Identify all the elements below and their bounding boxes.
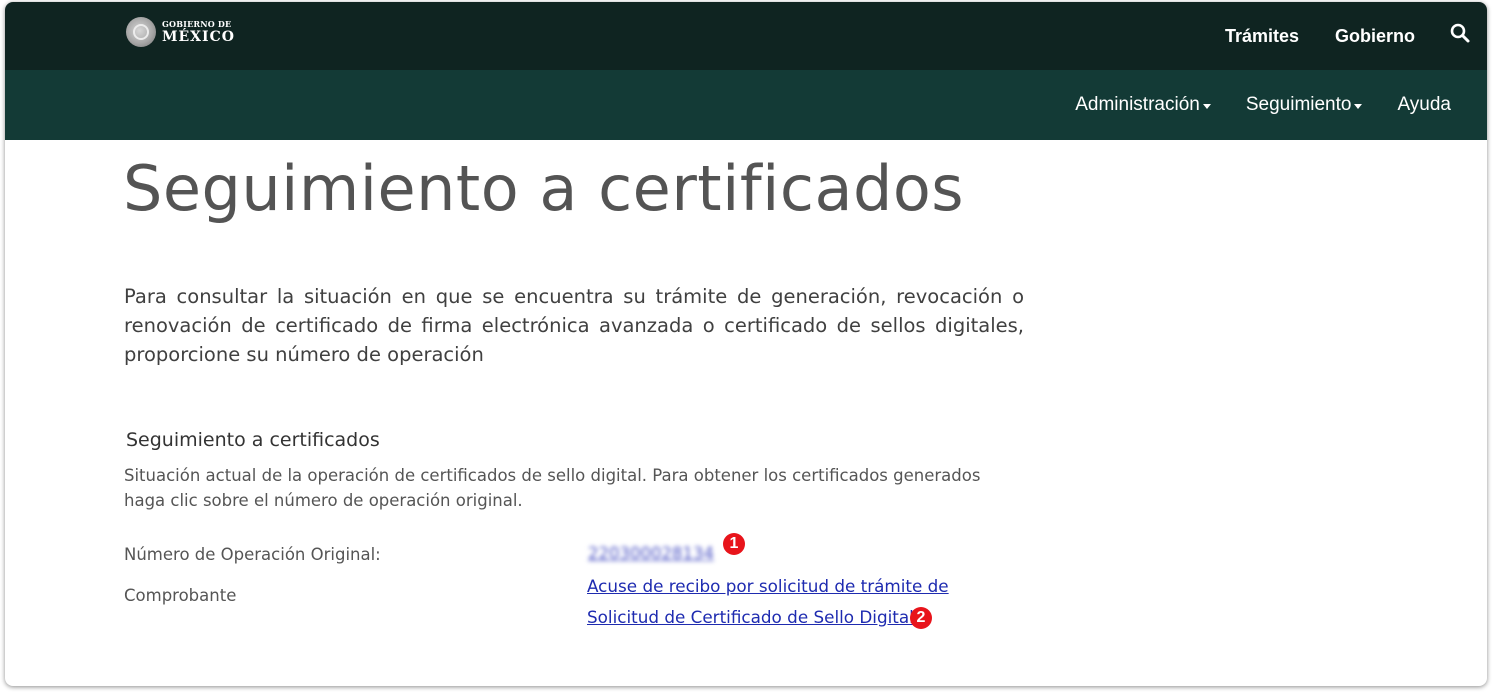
annotation-badge-2: 2 [910,607,932,629]
secondary-nav: Administración Seguimiento Ayuda [1075,70,1487,140]
page-title: Seguimiento a certificados [123,152,965,225]
gobierno-mexico-logo[interactable]: GOBIERNO DE MÉXICO [126,17,235,47]
section-description: Situación actual de la operación de cert… [124,466,981,510]
section-title: Seguimiento a certificados [126,429,380,451]
secondary-nav-bar: Administración Seguimiento Ayuda [5,70,1487,140]
coat-of-arms-icon [126,17,156,47]
caret-down-icon [1354,104,1363,109]
menu-administracion[interactable]: Administración [1075,94,1211,116]
top-nav: Trámites Gobierno [1225,2,1487,70]
logo-text: GOBIERNO DE MÉXICO [162,20,235,44]
logo-line-1: GOBIERNO DE [162,19,232,29]
browser-frame: GOBIERNO DE MÉXICO Trámites Gobierno Adm… [5,2,1487,686]
nav-gobierno[interactable]: Gobierno [1335,26,1415,47]
operation-number-link[interactable]: 220300028134 [588,544,714,563]
menu-administracion-label: Administración [1075,94,1200,115]
caret-down-icon [1202,104,1211,109]
intro-text: Para consultar la situación en que se en… [124,285,1024,366]
menu-ayuda-label: Ayuda [1397,94,1451,115]
logo-line-2: MÉXICO [162,29,235,45]
menu-ayuda[interactable]: Ayuda [1397,94,1451,116]
annotation-badge-1: 1 [723,533,745,555]
operation-number-label: Número de Operación Original: [124,545,381,564]
search-icon[interactable] [1449,22,1471,44]
receipt-label: Comprobante [124,586,237,605]
top-header: GOBIERNO DE MÉXICO Trámites Gobierno [5,2,1487,70]
nav-tramites[interactable]: Trámites [1225,26,1299,47]
menu-seguimiento-label: Seguimiento [1245,94,1352,115]
menu-seguimiento[interactable]: Seguimiento [1246,94,1363,116]
